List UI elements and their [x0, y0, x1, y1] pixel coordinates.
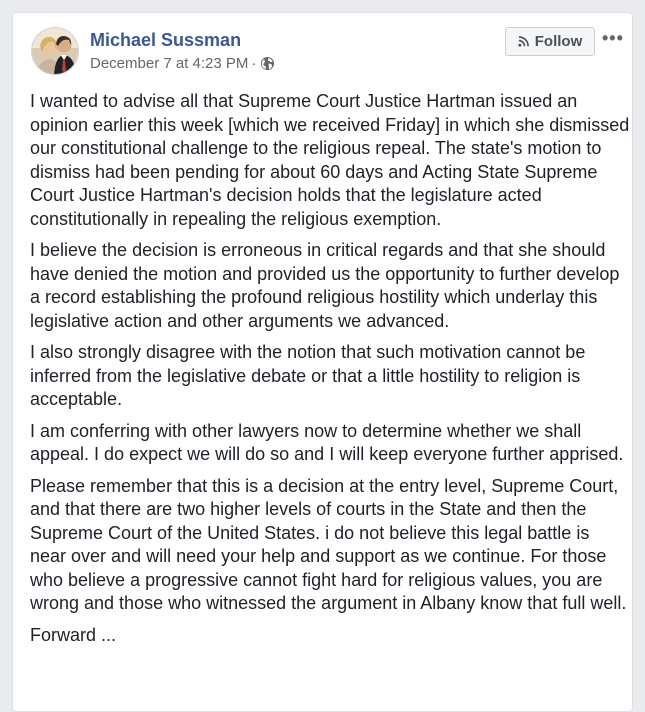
globe-icon[interactable]	[260, 56, 275, 71]
post-paragraph: I believe the decision is erroneous in c…	[30, 240, 620, 331]
rss-icon	[518, 36, 529, 47]
author-name-link[interactable]: Michael Sussman	[90, 30, 241, 51]
author-avatar[interactable]	[31, 27, 79, 75]
follow-button-label: Follow	[534, 33, 583, 50]
post-header: Michael Sussman December 7 at 4:23 PM · …	[13, 13, 632, 93]
post-paragraph: I wanted to advise all that Supreme Cour…	[30, 91, 630, 229]
follow-button[interactable]: Follow	[505, 27, 595, 56]
post-paragraph: I also strongly disagree with the notion…	[30, 342, 586, 409]
facebook-post-card: Michael Sussman December 7 at 4:23 PM · …	[12, 12, 633, 712]
post-body: I wanted to advise all that Supreme Cour…	[30, 90, 630, 655]
post-paragraph: Please remember that this is a decision …	[30, 475, 627, 614]
more-options-icon[interactable]: •••	[602, 28, 624, 49]
post-timestamp[interactable]: December 7 at 4:23 PM	[90, 55, 248, 72]
post-paragraph: I am conferring with other lawyers now t…	[30, 420, 624, 465]
post-paragraph: Forward ...	[30, 624, 117, 645]
post-meta: December 7 at 4:23 PM ·	[90, 55, 275, 72]
meta-separator: ·	[251, 55, 257, 72]
